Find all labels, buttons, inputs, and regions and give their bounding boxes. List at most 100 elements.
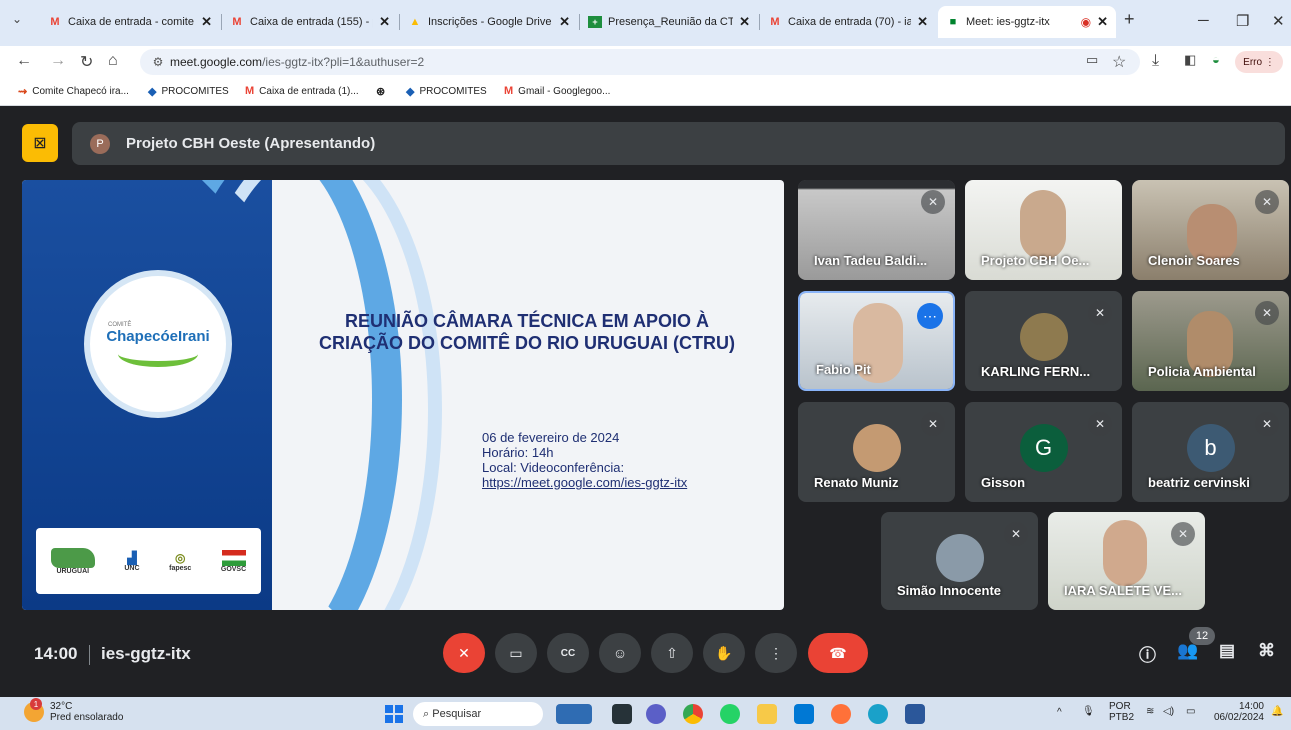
store-icon[interactable] xyxy=(794,704,814,724)
activities-icon[interactable]: ⌘ xyxy=(1258,641,1275,661)
chevron-up-icon[interactable]: ^ xyxy=(1057,707,1062,718)
notification-bell-icon[interactable]: 🔔 xyxy=(1271,706,1283,717)
close-icon[interactable]: ✕ xyxy=(201,14,212,30)
tab-gmail-1[interactable]: M Caixa de entrada - comite ✕ xyxy=(40,6,220,38)
close-icon[interactable]: ✕ xyxy=(1097,14,1108,30)
tab-sheets[interactable]: + Presença_Reunião da CTRU ✕ xyxy=(580,6,758,38)
windows-start-icon[interactable] xyxy=(385,705,403,723)
language-indicator[interactable]: POR PTB2 xyxy=(1109,701,1134,723)
raise-hand-button[interactable]: ✋ xyxy=(703,633,745,673)
browser-tab-bar: ⌄ M Caixa de entrada - comite ✕ M Caixa … xyxy=(0,0,1291,46)
participant-name: Fabio Pit xyxy=(816,362,871,377)
close-window-button[interactable]: ✕ xyxy=(1272,12,1285,30)
extension-icon[interactable]: ◒ xyxy=(1212,52,1220,67)
stop-presenting-icon[interactable]: ⊠ xyxy=(22,124,58,162)
word-icon[interactable] xyxy=(905,704,925,724)
participant-tile[interactable]: ✕ Renato Muniz xyxy=(798,402,955,502)
participant-tile[interactable]: ✕ IARA SALETE VE... xyxy=(1048,512,1205,610)
procomites-icon: ◆ xyxy=(406,86,415,98)
participant-tile[interactable]: ⋯ Fabio Pit xyxy=(798,291,955,391)
avatar: b xyxy=(1186,424,1235,472)
more-options-button[interactable]: ⋮ xyxy=(755,633,797,673)
slide-location: Local: Videoconferência: xyxy=(482,460,625,475)
teams-icon[interactable] xyxy=(646,704,666,724)
bookmark-item[interactable]: M Gmail - Googlegoo... xyxy=(504,85,610,97)
back-icon[interactable]: ← xyxy=(16,52,32,70)
gmail-icon: M xyxy=(245,85,255,97)
tab-search-icon[interactable]: ⌄ xyxy=(12,12,22,26)
bookmark-item[interactable]: ⊛ xyxy=(376,85,390,98)
close-icon[interactable]: ✕ xyxy=(917,14,928,30)
tab-meet[interactable]: ■ Meet: ies-ggtz-itx ◉ ✕ xyxy=(938,6,1116,38)
participant-tile[interactable]: ✕ Ivan Tadeu Baldi... xyxy=(798,180,955,280)
bookmark-item[interactable]: ◆ PROCOMITES xyxy=(406,85,487,98)
participant-tile[interactable]: ✕ Simão Innocente xyxy=(881,512,1038,610)
taskbar-search[interactable]: ⌕ Pesquisar xyxy=(413,702,543,726)
battery-icon[interactable]: ▭ xyxy=(1186,706,1195,717)
app-icon[interactable] xyxy=(612,704,632,724)
presentation-slide[interactable]: COMITÊ ChapecóeIrani REUNIÃO CÂMARA TÉCN… xyxy=(22,180,784,610)
tab-gmail-3[interactable]: M Caixa de entrada (70) - iara ✕ xyxy=(760,6,936,38)
mic-tray-icon[interactable]: 🎙 xyxy=(1082,706,1095,717)
slide-title: REUNIÃO CÂMARA TÉCNICA EM APOIO À CRIAÇÃ… xyxy=(319,311,735,353)
download-icon[interactable]: ⤓ xyxy=(1152,52,1159,70)
task-view-icon[interactable] xyxy=(556,704,592,724)
tab-title: Presença_Reunião da CTRU xyxy=(608,16,734,28)
presenter-bar: P Projeto CBH Oeste (Apresentando) xyxy=(72,122,1285,165)
chat-icon[interactable]: ▤ xyxy=(1219,641,1235,661)
restore-button[interactable]: ❐ xyxy=(1236,12,1249,30)
bookmark-item[interactable]: M Caixa de entrada (1)... xyxy=(245,85,359,97)
captions-button[interactable]: CC xyxy=(547,633,589,673)
profile-error-button[interactable]: Erro ⋮ xyxy=(1235,51,1283,73)
info-icon[interactable]: ⓘ xyxy=(1139,641,1156,666)
camera-icon[interactable]: ▭ xyxy=(1086,52,1098,68)
mic-off-button[interactable]: ✕ xyxy=(443,633,485,673)
participant-tile[interactable]: ✕ Policia Ambiental xyxy=(1132,291,1289,391)
mic-off-icon: ✕ xyxy=(1088,412,1112,436)
forward-icon[interactable]: → xyxy=(50,52,66,70)
tab-gmail-2[interactable]: M Caixa de entrada (155) - p ✕ xyxy=(222,6,398,38)
taskbar-clock[interactable]: 14:00 06/02/2024 xyxy=(1212,701,1264,723)
participant-tile[interactable]: b ✕ beatriz cervinski xyxy=(1132,402,1289,502)
bookmark-star-icon[interactable]: ☆ xyxy=(1112,52,1126,72)
new-tab-button[interactable]: + xyxy=(1124,9,1135,30)
close-icon[interactable]: ✕ xyxy=(559,14,570,30)
bookmark-item[interactable]: ⇝ Comite Chapecó ira... xyxy=(18,85,129,98)
unc-logo: ▟ UNC xyxy=(124,550,140,572)
bookmark-item[interactable]: ◆ PROCOMITES xyxy=(148,85,229,98)
wifi-icon[interactable]: ≋ xyxy=(1146,706,1154,717)
meeting-controls-bar: 14:00 ies-ggtz-itx ✕ ▭ CC ☺ ⇧ ✋ ⋮ ☎ ⓘ 12… xyxy=(0,627,1291,687)
camera-button[interactable]: ▭ xyxy=(495,633,537,673)
sheets-icon: + xyxy=(588,16,602,28)
chrome-icon[interactable] xyxy=(683,704,703,724)
volume-icon[interactable]: ◁) xyxy=(1163,706,1174,717)
home-icon[interactable]: ⌂ xyxy=(108,52,118,70)
whatsapp-icon[interactable] xyxy=(720,704,740,724)
more-options-icon[interactable]: ⋯ xyxy=(917,303,943,329)
meeting-code: ies-ggtz-itx xyxy=(101,644,191,663)
weather-icon: 1 xyxy=(24,698,44,722)
close-icon[interactable]: ✕ xyxy=(739,14,750,30)
file-explorer-icon[interactable] xyxy=(757,704,777,724)
participant-tile[interactable]: Projeto CBH Oe... xyxy=(965,180,1122,280)
participant-tile[interactable]: ✕ KARLING FERN... xyxy=(965,291,1122,391)
participant-tile[interactable]: G ✕ Gisson xyxy=(965,402,1122,502)
minimize-button[interactable]: ─ xyxy=(1198,12,1209,29)
edge-icon[interactable] xyxy=(868,704,888,724)
people-icon[interactable]: 👥 xyxy=(1177,641,1198,661)
leave-call-button[interactable]: ☎ xyxy=(808,633,868,673)
firefox-icon[interactable] xyxy=(831,704,851,724)
url-bar[interactable]: ⚙ meet.google.com/ies-ggtz-itx?pli=1&aut… xyxy=(140,49,1140,75)
emoji-button[interactable]: ☺ xyxy=(599,633,641,673)
avatar xyxy=(935,534,984,582)
present-button[interactable]: ⇧ xyxy=(651,633,693,673)
sidepanel-icon[interactable]: ◧ xyxy=(1184,52,1196,68)
tab-drive[interactable]: ▲ Inscrições - Google Drive ✕ xyxy=(400,6,578,38)
site-info-icon[interactable]: ⚙ xyxy=(146,55,170,69)
participant-tile[interactable]: ✕ Clenoir Soares xyxy=(1132,180,1289,280)
mic-off-icon: ✕ xyxy=(1255,301,1279,325)
reload-icon[interactable]: ↻ xyxy=(80,52,93,72)
weather-widget[interactable]: 1 32°C Pred ensolarado xyxy=(24,698,123,723)
more-vert-icon: ⋮ xyxy=(769,644,783,661)
close-icon[interactable]: ✕ xyxy=(379,14,390,30)
